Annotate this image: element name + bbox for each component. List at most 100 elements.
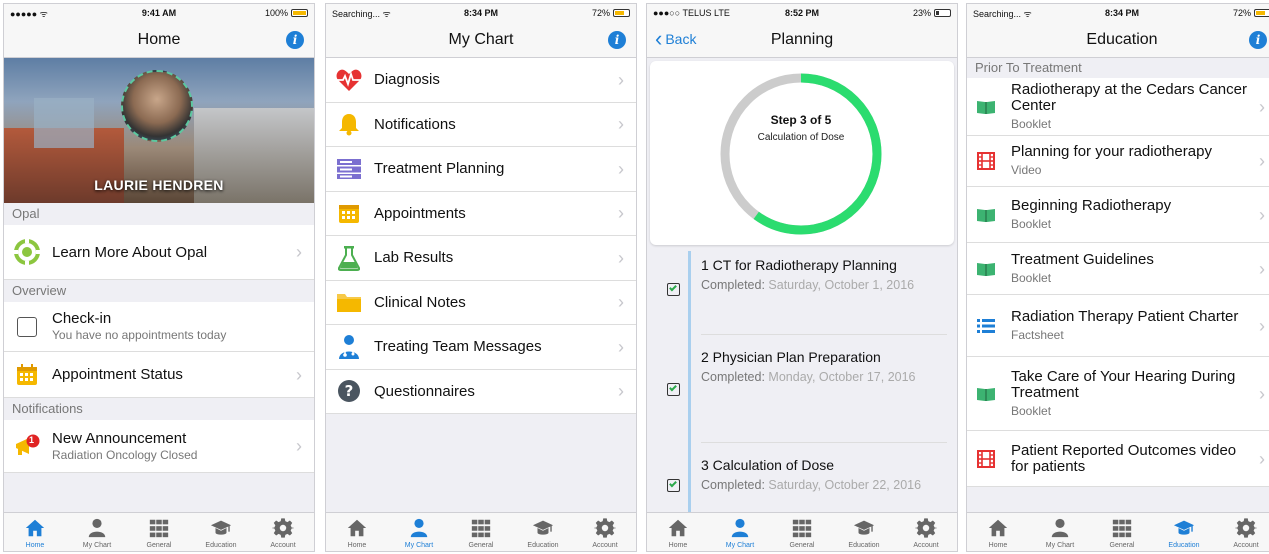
tab-my-chart[interactable]: My Chart xyxy=(66,513,128,551)
education-item[interactable]: Beginning Radiotherapy Booklet › xyxy=(967,187,1269,243)
timeline-step[interactable]: 1 CT for Radiotherapy Planning Completed:… xyxy=(647,251,957,335)
battery-indicator: 72% xyxy=(1233,8,1269,18)
education-item-title: Take Care of Your Hearing During Treatme… xyxy=(1011,367,1236,401)
my-chart-item-appointments[interactable]: Appointments › xyxy=(326,191,636,236)
chevron-right-icon: › xyxy=(296,436,302,456)
education-item-title: Treatment Guidelines xyxy=(1011,250,1154,268)
tab-account[interactable]: Account xyxy=(1215,513,1269,551)
education-item[interactable]: Patient Reported Outcomes video for pati… xyxy=(967,431,1269,487)
education-item[interactable]: Radiotherapy at the Cedars Cancer Center… xyxy=(967,78,1269,136)
status-bar: Searching... ᯤ 8:34 PM 72% xyxy=(326,4,636,22)
tab-education[interactable]: Education xyxy=(190,513,252,551)
grid-icon xyxy=(470,517,492,542)
my-chart-item-notifications[interactable]: Notifications › xyxy=(326,102,636,147)
my-chart-item-label: Questionnaires xyxy=(374,382,475,400)
education-item-title: Beginning Radiotherapy xyxy=(1011,196,1172,214)
completed-label: Completed: xyxy=(701,278,765,292)
tab-label: Education xyxy=(1168,542,1200,549)
education-item-title: Radiotherapy at the Cedars Cancer Center xyxy=(1011,80,1247,114)
tab-education[interactable]: Education xyxy=(833,513,895,551)
info-icon[interactable]: i xyxy=(1249,31,1267,49)
timeline-step[interactable]: 3 Calculation of Dose Completed: Saturday… xyxy=(647,443,957,523)
chevron-right-icon: › xyxy=(1259,448,1265,469)
tab-account[interactable]: Account xyxy=(574,513,636,551)
tab-label: Education xyxy=(205,542,237,549)
my-chart-item-lab-results[interactable]: Lab Results › xyxy=(326,236,636,281)
tab-home[interactable]: Home xyxy=(967,513,1029,551)
step-title: 3 Calculation of Dose xyxy=(701,457,835,473)
chevron-right-icon: › xyxy=(1259,96,1265,117)
tab-education[interactable]: Education xyxy=(512,513,574,551)
my-chart-item-treatment-planning[interactable]: Treatment Planning › xyxy=(326,147,636,192)
chevron-right-icon: › xyxy=(1259,258,1265,279)
learn-more-opal-item[interactable]: Learn More About Opal › xyxy=(4,225,314,280)
graduation-cap-icon xyxy=(210,517,232,542)
section-header-prior-to-treatment: Prior To Treatment xyxy=(967,58,1269,78)
notification-subtitle: Radiation Oncology Closed xyxy=(52,447,198,462)
checkin-item[interactable]: Check-in You have no appointments today xyxy=(4,302,314,352)
my-chart-screen: Searching... ᯤ 8:34 PM 72% My Chart i Di… xyxy=(325,3,637,552)
person-icon xyxy=(729,517,751,542)
notification-item[interactable]: 1 New Announcement Radiation Oncology Cl… xyxy=(4,420,314,473)
gear-icon xyxy=(914,517,938,542)
tab-my-chart[interactable]: My Chart xyxy=(388,513,450,551)
home-icon xyxy=(24,517,46,542)
tab-home[interactable]: Home xyxy=(326,513,388,551)
step-title: 1 CT for Radiotherapy Planning xyxy=(701,257,897,273)
completed-date: Saturday, October 1, 2016 xyxy=(768,278,915,292)
battery-icon xyxy=(613,9,630,17)
battery-percent: 72% xyxy=(591,8,610,18)
tab-account[interactable]: Account xyxy=(895,513,957,551)
tab-label: Account xyxy=(592,542,618,549)
step-name: Calculation of Dose xyxy=(757,132,845,143)
calendar-icon xyxy=(334,198,364,228)
tab-general[interactable]: General xyxy=(771,513,833,551)
info-icon[interactable]: i xyxy=(286,31,304,49)
megaphone-icon: 1 xyxy=(12,431,42,461)
timeline-step[interactable]: 2 Physician Plan Preparation Completed: M… xyxy=(647,335,957,443)
checkbox-icon[interactable] xyxy=(12,312,42,342)
carrier-text: ●●●●● ᯤ xyxy=(10,8,48,19)
tab-home[interactable]: Home xyxy=(647,513,709,551)
nav-bar: Home i xyxy=(4,22,314,58)
my-chart-item-clinical-notes[interactable]: Clinical Notes › xyxy=(326,280,636,325)
avatar[interactable] xyxy=(121,70,193,142)
calendar-icon xyxy=(12,360,42,390)
home-icon xyxy=(667,517,689,542)
education-item-type: Booklet xyxy=(1011,403,1052,418)
chevron-right-icon: › xyxy=(618,158,624,179)
chevron-right-icon: › xyxy=(618,336,624,357)
my-chart-item-questionnaires[interactable]: ? Questionnaires › xyxy=(326,369,636,414)
chevron-left-icon: ‹ xyxy=(655,26,663,51)
tab-label: Education xyxy=(527,542,559,549)
checkin-subtitle: You have no appointments today xyxy=(52,328,227,342)
tab-general[interactable]: General xyxy=(450,513,512,551)
education-item[interactable]: Treatment Guidelines Booklet › xyxy=(967,243,1269,295)
planning-timeline: 1 CT for Radiotherapy Planning Completed:… xyxy=(647,251,957,523)
education-item[interactable]: Radiation Therapy Patient Charter Factshe… xyxy=(967,295,1269,357)
my-chart-item-diagnosis[interactable]: Diagnosis › xyxy=(326,58,636,103)
server-icon xyxy=(334,154,364,184)
book-icon xyxy=(975,99,997,115)
chevron-right-icon: › xyxy=(618,247,624,268)
home-icon xyxy=(987,517,1009,542)
tab-general[interactable]: General xyxy=(1091,513,1153,551)
tab-account[interactable]: Account xyxy=(252,513,314,551)
tab-my-chart[interactable]: My Chart xyxy=(1029,513,1091,551)
education-item-type: Booklet xyxy=(1011,116,1052,131)
tab-my-chart[interactable]: My Chart xyxy=(709,513,771,551)
education-item[interactable]: Planning for your radiotherapy Video › xyxy=(967,136,1269,187)
appointment-status-item[interactable]: Appointment Status › xyxy=(4,352,314,398)
film-icon xyxy=(975,449,997,468)
education-item[interactable]: Take Care of Your Hearing During Treatme… xyxy=(967,357,1269,431)
info-icon[interactable]: i xyxy=(608,31,626,49)
tab-home[interactable]: Home xyxy=(4,513,66,551)
tab-general[interactable]: General xyxy=(128,513,190,551)
tab-education[interactable]: Education xyxy=(1153,513,1215,551)
notification-title: New Announcement xyxy=(52,429,187,447)
back-button[interactable]: ‹ Back xyxy=(655,26,696,51)
nav-bar: ‹ Back Planning xyxy=(647,22,957,58)
patient-banner: LAURIE HENDREN xyxy=(4,58,314,203)
my-chart-item-treating-team-messages[interactable]: Treating Team Messages › xyxy=(326,325,636,370)
education-item-type: Booklet xyxy=(1011,270,1052,285)
